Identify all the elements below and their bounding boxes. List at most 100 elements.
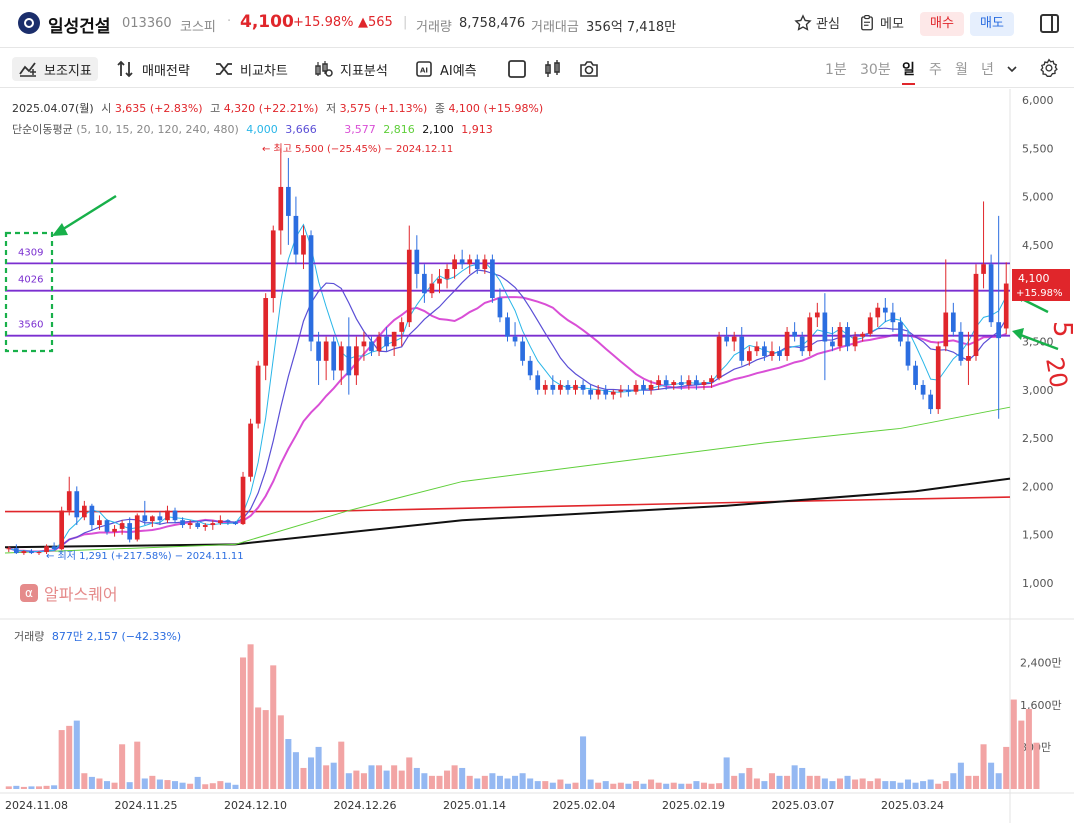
volume-bar [262, 710, 269, 789]
volume-bar [277, 715, 284, 789]
candle-body [958, 331, 964, 361]
volume-bar [784, 775, 791, 789]
candle-body [74, 491, 80, 518]
candle-body [792, 331, 797, 337]
candle-body [845, 327, 850, 347]
memo-button[interactable]: 메모 [858, 13, 904, 32]
volume-bar [338, 741, 345, 789]
candle-body [346, 346, 352, 376]
candle-body [641, 384, 646, 390]
period-month[interactable]: 월 [955, 59, 968, 79]
volume-bar [255, 707, 262, 789]
period-year[interactable]: 년 [981, 59, 994, 79]
volume-bar [156, 779, 163, 789]
square-icon [508, 60, 526, 78]
candle-body [709, 378, 714, 383]
candle-body [996, 322, 1002, 339]
candle-body [150, 516, 155, 522]
volume-bar [935, 783, 942, 789]
volume-bar [459, 767, 466, 789]
candle-body [399, 322, 405, 332]
candle-body [361, 341, 367, 347]
sell-button[interactable]: 매도 [970, 12, 1014, 36]
max-annotation: ← 최고 5,500 (−25.45%) − 2024.12.11 [262, 143, 453, 155]
volume-bar [708, 783, 715, 789]
volume-bar [323, 765, 330, 789]
stock-name[interactable]: 일성건설 [48, 12, 111, 37]
star-icon [794, 13, 812, 31]
draw-box-button[interactable] [507, 57, 527, 81]
candle-body [580, 384, 586, 390]
date-axis-tick: 2025.03.07 [772, 799, 835, 812]
side-panel-icon[interactable] [1040, 14, 1059, 33]
candle-body [935, 346, 941, 410]
volume-bar [20, 786, 27, 789]
candle-style-button[interactable] [543, 57, 563, 81]
candle-body [852, 336, 858, 347]
candle-body [882, 307, 888, 313]
candle-body [104, 520, 110, 532]
volume-bar [995, 773, 1002, 789]
candle-body [497, 298, 503, 318]
chart-area[interactable]: 2025.04.07(월) 시 3,635 (+2.83%) 고 4,320 (… [0, 89, 1074, 823]
analysis-button[interactable]: 지표분석 [314, 57, 388, 81]
period-1min[interactable]: 1분 [825, 59, 847, 79]
volume-bar [882, 781, 889, 789]
candle-body [731, 336, 737, 342]
volume-bar [376, 765, 383, 789]
volume-bar [421, 773, 428, 789]
candle-body [240, 476, 246, 525]
company-logo [18, 12, 40, 34]
volume-bar [66, 725, 73, 789]
candle-body [369, 341, 374, 352]
strategy-button[interactable]: 매매전략 [116, 57, 190, 81]
indicators-button[interactable]: 보조지표 [12, 57, 98, 81]
candle-body [739, 336, 745, 361]
handwritten-5: 5 [1047, 321, 1074, 338]
candle-body [180, 520, 185, 526]
volume-bar [406, 757, 413, 789]
candle-body [573, 384, 578, 390]
camera-icon [580, 61, 598, 77]
candle-body [656, 380, 661, 385]
volume-bar [164, 780, 171, 789]
watchlist-button[interactable]: 관심 [794, 13, 840, 32]
volume-bar [580, 736, 587, 789]
volume-bar [285, 739, 292, 789]
price-chart-svg[interactable]: 6,0005,5005,0004,5004,0003,5003,0002,500… [0, 89, 1074, 823]
price-axis-tick: 6,000 [1022, 94, 1054, 107]
candle-body [860, 333, 865, 337]
candle-body [157, 516, 163, 521]
screenshot-button[interactable] [578, 57, 600, 81]
chevron-down-icon[interactable] [1006, 63, 1018, 75]
separator-dot: · [227, 14, 232, 29]
candle-body [505, 317, 510, 337]
volume-bar [617, 782, 624, 789]
period-day[interactable]: 일 [902, 59, 915, 85]
volume-bar [663, 783, 670, 789]
volume-bar [398, 770, 405, 789]
candle-body [286, 186, 291, 216]
period-week[interactable]: 주 [929, 59, 942, 79]
volume-bar [527, 778, 534, 789]
candle-body [913, 365, 918, 385]
candle-body [520, 341, 525, 361]
candle-body [716, 336, 722, 379]
price-axis-tick: 4,500 [1022, 239, 1054, 252]
volume-bar [957, 762, 964, 789]
volume-bar [549, 782, 556, 789]
volume-bar [693, 781, 700, 789]
gear-icon[interactable] [1039, 58, 1059, 78]
buy-button[interactable]: 매수 [920, 12, 964, 36]
volume-bar [988, 762, 995, 789]
period-30min[interactable]: 30분 [860, 59, 891, 79]
volume-bar [1033, 742, 1040, 789]
ai-forecast-button[interactable]: AI AI예측 [414, 57, 477, 81]
candle-body [195, 523, 201, 527]
compare-button[interactable]: 비교차트 [214, 57, 288, 81]
candle-body [648, 384, 654, 390]
last-price-value: 4,100 [1018, 272, 1050, 285]
price-axis-tick: 5,500 [1022, 142, 1054, 155]
candle-body [762, 346, 767, 356]
candle-body [81, 505, 87, 518]
